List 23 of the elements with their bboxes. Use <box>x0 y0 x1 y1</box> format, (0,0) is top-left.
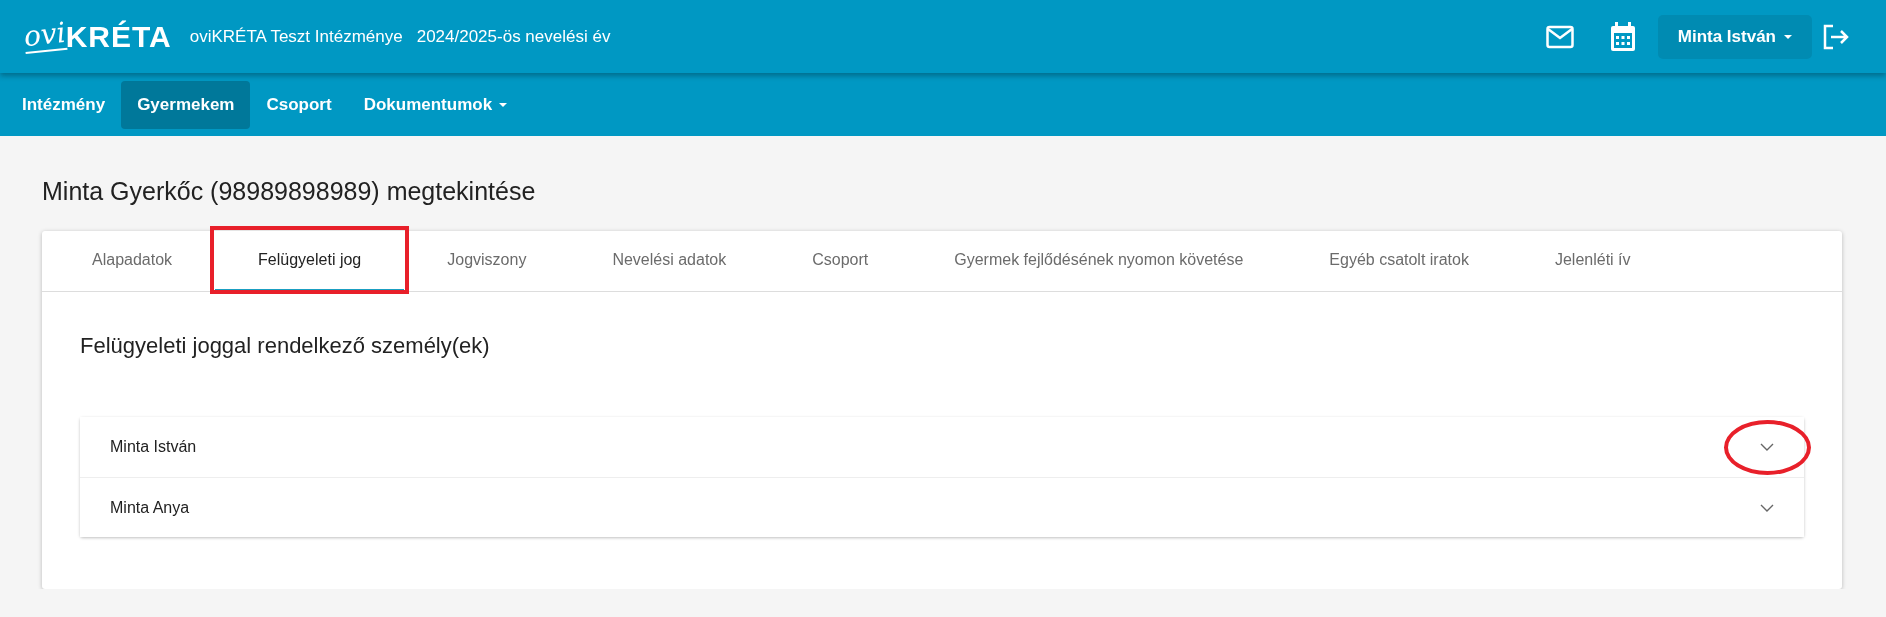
mail-icon[interactable] <box>1545 24 1574 49</box>
tab[interactable]: Felügyeleti jog <box>215 231 405 291</box>
logout-icon[interactable] <box>1822 23 1850 50</box>
institution-name: oviKRÉTA Teszt Intézménye <box>189 26 403 47</box>
user-menu-button[interactable]: Minta István <box>1657 14 1812 59</box>
tab[interactable]: Egyéb csatolt iratok <box>1286 231 1512 291</box>
accordion-item[interactable]: Minta Anya <box>80 477 1804 537</box>
calendar-icon[interactable] <box>1609 21 1636 52</box>
page-title: Minta Gyerkőc (98989898989) megtekintése <box>42 176 537 206</box>
tab[interactable]: Jogviszony <box>404 231 570 291</box>
school-year: 2024/2025-ös nevelési év <box>416 26 611 47</box>
tab[interactable]: Alapadatok <box>49 231 216 291</box>
tab[interactable]: Jelenléti ív <box>1511 231 1674 291</box>
nav-item[interactable]: Csoport <box>250 80 348 129</box>
tab[interactable]: Nevelési adatok <box>569 231 770 291</box>
accordion-item[interactable]: Minta István <box>80 417 1804 477</box>
app-logo[interactable]: ovi KRÉTA <box>24 9 172 64</box>
tab[interactable]: Gyermek fejlődésének nyomon követése <box>911 231 1287 291</box>
nav-item[interactable]: Intézmény <box>6 80 122 129</box>
nav-item[interactable]: Dokumentumok <box>347 80 524 129</box>
nav-item[interactable]: Gyermekem <box>121 80 251 129</box>
tab[interactable]: Csoport <box>769 231 912 291</box>
section-title: Felügyeleti joggal rendelkező személy(ek) <box>79 332 491 360</box>
